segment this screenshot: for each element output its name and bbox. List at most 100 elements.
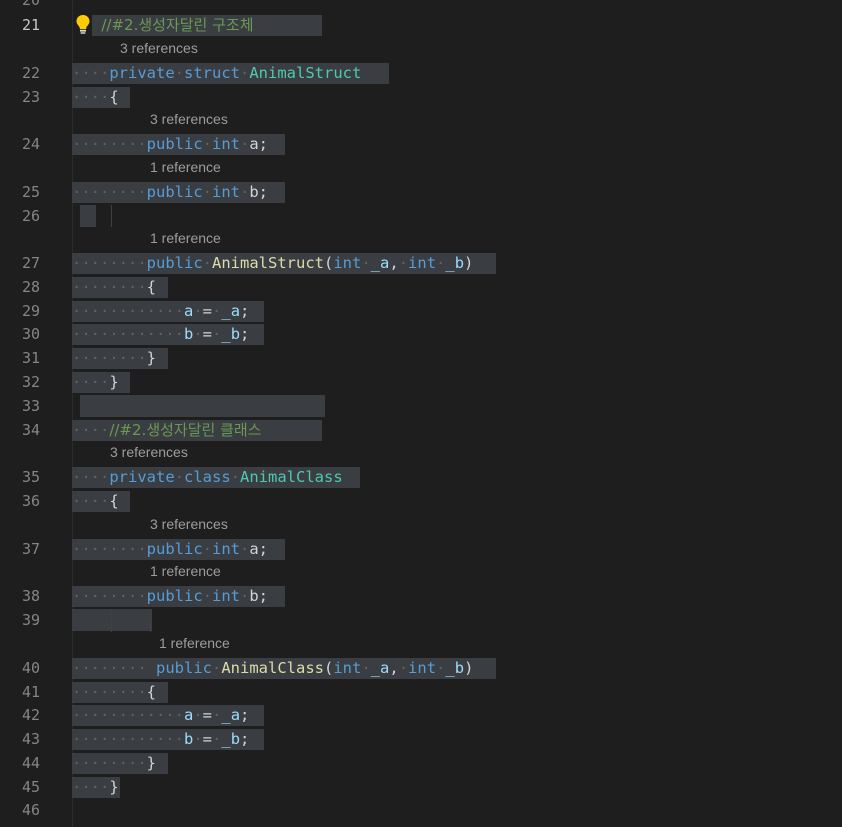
code-text[interactable]: ········public·int·b; [72,586,285,607]
code-line[interactable]: 36 ····{ [0,489,842,513]
code-line[interactable]: 28 ········{ [0,275,842,299]
code-text[interactable] [72,609,152,631]
code-token: · [212,730,222,748]
code-text[interactable]: ····{ [72,491,130,512]
code-line[interactable]: 47 [0,822,842,827]
code-editor[interactable]: 20 21 //#2.생성자달린 구조체 22 ····private·struct·… [0,0,842,827]
code-text[interactable]: ····private·class·AnimalClass [72,467,360,488]
code-line[interactable]: 37 ········public·int·a; [0,537,842,561]
codelens-references[interactable]: 3 references [120,37,198,59]
code-token: · [193,706,203,724]
code-text[interactable]: ········public·AnimalStruct(int·_a,·int·… [72,253,496,274]
codelens-references[interactable]: 1 reference [150,560,221,582]
line-number: 22 [21,64,40,82]
code-text[interactable]: ········public·int·a; [72,134,285,155]
code-line[interactable]: 26 [0,204,842,228]
codelens-references[interactable]: 1 reference [150,156,221,178]
code-text[interactable]: ········ public·AnimalClass(int·_a,·int·… [72,658,496,679]
code-token: · [398,659,409,677]
code-line[interactable]: 30 ············b·=·_b; [0,322,842,346]
code-line[interactable]: 33 [0,394,842,418]
code-text[interactable] [80,395,325,417]
code-token: = [202,302,213,320]
code-token: ···· [72,468,110,486]
code-text[interactable]: //#2.생성자달린 구조체 [92,15,322,36]
code-line[interactable]: 23 ····{ [0,85,842,109]
code-line[interactable]: 43 ············b·=·_b; [0,727,842,751]
code-token: int [212,540,240,558]
code-line[interactable]: 21 //#2.생성자달린 구조체 [0,13,842,37]
code-line[interactable]: 46 [0,798,842,822]
code-token: _b [445,254,465,272]
code-token: class [184,468,231,486]
codelens-references[interactable]: 3 references [150,108,228,130]
code-line[interactable]: 25 ········public·int·b; [0,180,842,204]
code-text[interactable]: ········} [72,753,168,774]
codelens-references[interactable]: 1 reference [150,227,221,249]
code-text[interactable]: ············a·=·_a; [72,301,264,322]
code-line[interactable]: 24 ········public·int·a; [0,132,842,156]
code-text[interactable]: ····private·struct·AnimalStruct [72,63,389,84]
codelens-references[interactable]: 3 references [150,513,228,535]
line-number: 43 [21,730,40,748]
code-token: ········ [72,349,147,367]
line-number: 23 [21,88,40,106]
code-line[interactable]: 42 ············a·=·_a; [0,703,842,727]
line-number: 29 [21,302,40,320]
code-token: ············ [72,730,184,748]
code-token: · [361,659,371,677]
code-text[interactable]: ············b·=·_b; [72,324,264,345]
code-line[interactable]: 35 ····private·class·AnimalClass [0,465,842,489]
code-token: · [240,135,250,153]
line-number: 35 [21,468,40,486]
code-line[interactable]: 44 ········} [0,751,842,775]
code-token: · [202,587,212,605]
code-text[interactable]: ····//#2.생성자달린 클래스 [72,420,322,441]
code-text[interactable]: ········{ [72,277,168,298]
code-text[interactable]: ············b·=·_b; [72,729,264,750]
codelens-references[interactable]: 1 reference [159,632,230,654]
line-number: 38 [21,587,40,605]
code-token: · [436,659,446,677]
code-token: ···· [72,421,110,439]
code-line[interactable]: 20 [0,0,842,12]
code-text[interactable]: ········public·int·b; [72,182,285,203]
code-token: int [333,659,362,677]
code-token: public [156,659,212,677]
code-text[interactable]: ····} [72,777,120,798]
code-line[interactable]: 27 ········public·AnimalStruct(int·_a,·in… [0,251,842,275]
code-token: ············ [72,325,184,343]
code-line[interactable]: 45 ····} [0,775,842,799]
code-line[interactable]: 34 ····//#2.생성자달린 클래스 [0,418,842,442]
code-token: · [202,135,212,153]
code-token: _a [221,706,241,724]
code-token: · [212,659,222,677]
code-text[interactable]: ········} [72,348,168,369]
code-text[interactable]: ············a·=·_a; [72,705,264,726]
code-line[interactable]: 40 ········ public·AnimalClass(int·_a,·in… [0,656,842,680]
code-token: · [240,540,250,558]
code-token: ········ [72,683,147,701]
code-token: public [146,254,203,272]
code-text[interactable]: ····{ [72,87,130,108]
code-line[interactable]: 32 ····} [0,370,842,394]
code-text[interactable]: ········{ [72,682,168,703]
code-token: } [109,778,119,796]
code-line[interactable]: 31 ········} [0,346,842,370]
codelens-references[interactable]: 3 references [110,441,188,463]
code-token: private [109,64,175,82]
code-line[interactable]: 41 ········{ [0,680,842,704]
code-token: AnimalStruct [249,64,362,82]
code-line[interactable]: 39 [0,608,842,632]
code-token: ········ [72,540,147,558]
lightbulb-icon[interactable] [74,13,92,35]
code-line[interactable]: 22 ····private·struct·AnimalStruct [0,61,842,85]
code-text[interactable] [80,205,96,227]
code-text[interactable]: ····} [72,372,130,393]
code-line[interactable]: 29 ············a·=·_a; [0,299,842,323]
line-number: 44 [21,754,40,772]
code-text[interactable]: ········public·int·a; [72,539,285,560]
indent-guide [150,610,151,632]
code-line[interactable]: 38 ········public·int·b; [0,584,842,608]
